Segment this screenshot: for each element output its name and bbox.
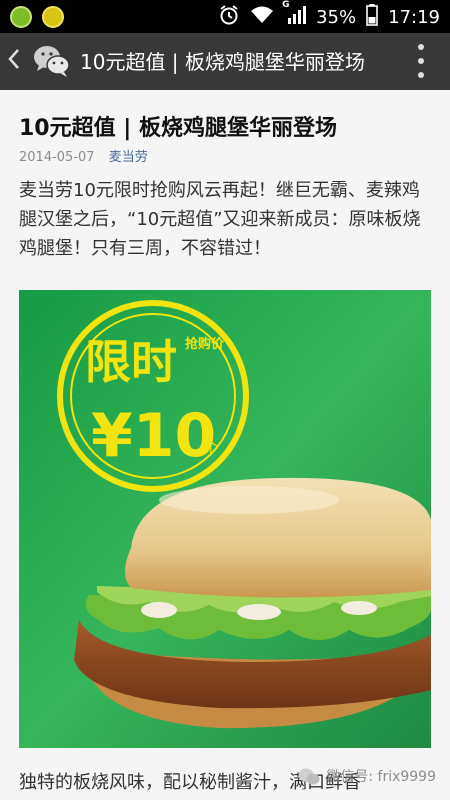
- article-title: 10元超值 | 板烧鸡腿堡华丽登场: [19, 116, 337, 141]
- back-icon[interactable]: [8, 48, 20, 76]
- article-author-link[interactable]: 麦当劳: [109, 150, 148, 165]
- wechat-watermark-icon: [298, 767, 320, 785]
- wifi-icon: [250, 5, 274, 30]
- article-content[interactable]: 10元超值 | 板烧鸡腿堡华丽登场 2014-05-07 麦当劳 麦当劳10元限…: [0, 90, 450, 800]
- clock: 17:19: [388, 7, 440, 28]
- burger-promo-image[interactable]: 限时 抢购价 ¥10 /个: [19, 290, 431, 748]
- more-icon[interactable]: [418, 44, 424, 78]
- top-bar-title: 10元超值 | 板烧鸡腿堡华丽登场: [80, 50, 365, 74]
- top-bar: 10元超值 | 板烧鸡腿堡华丽登场: [0, 33, 450, 90]
- battery-percent: 35%: [316, 7, 357, 28]
- app-notification-icon: [10, 6, 32, 28]
- signal-icon: G: [282, 0, 307, 31]
- article-date: 2014-05-07: [19, 150, 95, 165]
- wechat-watermark: 微信号: frix9999: [298, 766, 436, 786]
- notification-icons: [10, 6, 64, 28]
- badge-line1: 限时: [85, 335, 177, 389]
- badge-line2: 抢购价: [185, 336, 225, 352]
- network-type-label: G: [282, 0, 290, 10]
- alarm-icon: [218, 4, 240, 31]
- battery-icon: [366, 4, 378, 31]
- watermark-text: 微信号: frix9999: [326, 769, 436, 785]
- wechat-icon[interactable]: [33, 43, 71, 79]
- app-notification-icon-2: [42, 6, 64, 28]
- article-meta: 2014-05-07 麦当劳: [19, 146, 148, 165]
- badge-price: ¥10: [91, 401, 216, 471]
- status-indicators: G 35% 17:19: [218, 0, 440, 31]
- status-bar: G 35% 17:19: [0, 0, 450, 33]
- article-intro: 麦当劳10元限时抢购风云再起！继巨无霸、麦辣鸡腿汉堡之后，“10元超值”又迎来新…: [19, 180, 421, 259]
- badge-unit: /个: [199, 440, 218, 456]
